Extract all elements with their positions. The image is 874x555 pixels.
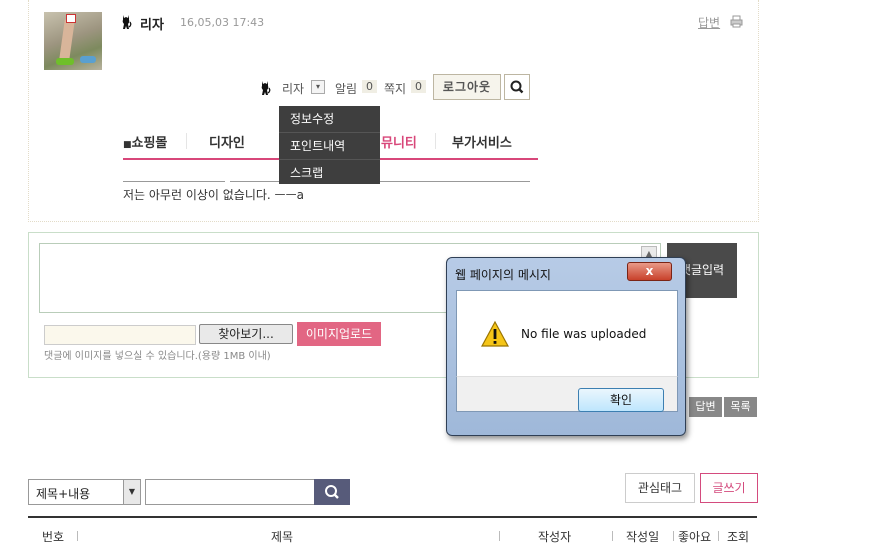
cat-icon xyxy=(261,81,271,95)
warning-icon xyxy=(480,320,510,347)
message-dialog: 웹 페이지의 메시지 x No file was uploaded 확인 xyxy=(446,257,686,436)
header-separator xyxy=(673,531,674,541)
header-separator xyxy=(718,531,719,541)
userbar-username[interactable]: 리자 xyxy=(282,80,304,97)
logout-button[interactable]: 로그아웃 xyxy=(433,74,501,100)
message-count: 0 xyxy=(411,80,426,93)
table-header: 번호 제목 작성자 작성일 좋아요 조회 xyxy=(28,516,757,555)
list-button[interactable]: 목록 xyxy=(724,397,757,417)
post-date: 16,05,03 17:43 xyxy=(180,16,265,29)
divider xyxy=(230,181,530,182)
th-date: 작성일 xyxy=(626,530,660,544)
image-upload-button[interactable]: 이미지업로드 xyxy=(297,322,381,346)
post-author[interactable]: 리자 xyxy=(140,14,164,33)
th-title: 제목 xyxy=(271,530,294,544)
user-menu-dropdown-button[interactable]: ▾ xyxy=(311,80,325,94)
search-type-select[interactable]: 제목+내용 ▼ xyxy=(28,479,141,505)
reply-link[interactable]: 답변 xyxy=(698,14,720,31)
avatar[interactable] xyxy=(44,12,102,70)
search-type-value: 제목+내용 xyxy=(36,487,91,501)
print-icon[interactable] xyxy=(730,15,743,28)
menu-item-scrap[interactable]: 스크랩 xyxy=(279,160,380,186)
close-icon: x xyxy=(645,264,654,278)
search-button[interactable] xyxy=(504,74,530,100)
write-button[interactable]: 글쓰기 xyxy=(700,473,758,503)
nav-item-services[interactable]: 부가서비스 xyxy=(452,132,512,151)
search-icon xyxy=(325,485,339,499)
avatar-leg xyxy=(59,19,75,61)
divider xyxy=(123,181,225,182)
avatar-tag xyxy=(66,14,76,23)
alarm-label[interactable]: 알림 xyxy=(335,80,357,97)
file-path-input[interactable] xyxy=(44,325,196,345)
interest-tag-button[interactable]: 관심태그 xyxy=(625,473,695,503)
header-separator xyxy=(77,531,78,541)
chevron-down-icon[interactable]: ▼ xyxy=(123,480,140,504)
bookmark-icon: ■ xyxy=(123,140,132,150)
cat-icon xyxy=(122,15,132,29)
header-separator xyxy=(499,531,500,541)
browse-button[interactable]: 찾아보기... xyxy=(199,324,293,344)
avatar-shoe xyxy=(56,58,74,65)
th-number: 번호 xyxy=(42,530,65,544)
nav-item-design[interactable]: 디자인 xyxy=(209,132,245,151)
search-icon xyxy=(510,80,524,94)
dialog-title: 웹 페이지의 메시지 xyxy=(455,268,551,282)
close-button[interactable]: x xyxy=(627,262,672,281)
upload-note: 댓글에 이미지를 넣으실 수 있습니다.(용량 1MB 이내) xyxy=(44,351,271,362)
nav-separator xyxy=(186,133,187,149)
dialog-message: No file was uploaded xyxy=(521,327,647,341)
search-submit-button[interactable] xyxy=(314,479,350,505)
th-views: 조회 xyxy=(727,530,750,544)
search-input[interactable] xyxy=(145,479,315,505)
avatar-shoe xyxy=(80,56,96,63)
nav-item-community[interactable]: 뮤니티 xyxy=(381,132,417,151)
nav-separator xyxy=(435,133,436,149)
nav-item-shopping[interactable]: ■쇼핑몰 xyxy=(123,132,167,151)
message-label[interactable]: 쪽지 xyxy=(384,80,406,97)
menu-item-edit-profile[interactable]: 정보수정 xyxy=(279,106,380,133)
header-separator xyxy=(612,531,613,541)
post-content: 저는 아무런 이상이 없습니다. ㅡㅡa xyxy=(123,188,304,202)
reply-button[interactable]: 답변 xyxy=(689,397,722,417)
alarm-count: 0 xyxy=(362,80,377,93)
menu-item-points[interactable]: 포인트내역 xyxy=(279,133,380,160)
th-likes: 좋아요 xyxy=(678,530,712,544)
th-author: 작성자 xyxy=(538,530,572,544)
user-dropdown-menu: 정보수정 포인트내역 스크랩 xyxy=(279,106,380,184)
ok-button[interactable]: 확인 xyxy=(578,388,664,412)
